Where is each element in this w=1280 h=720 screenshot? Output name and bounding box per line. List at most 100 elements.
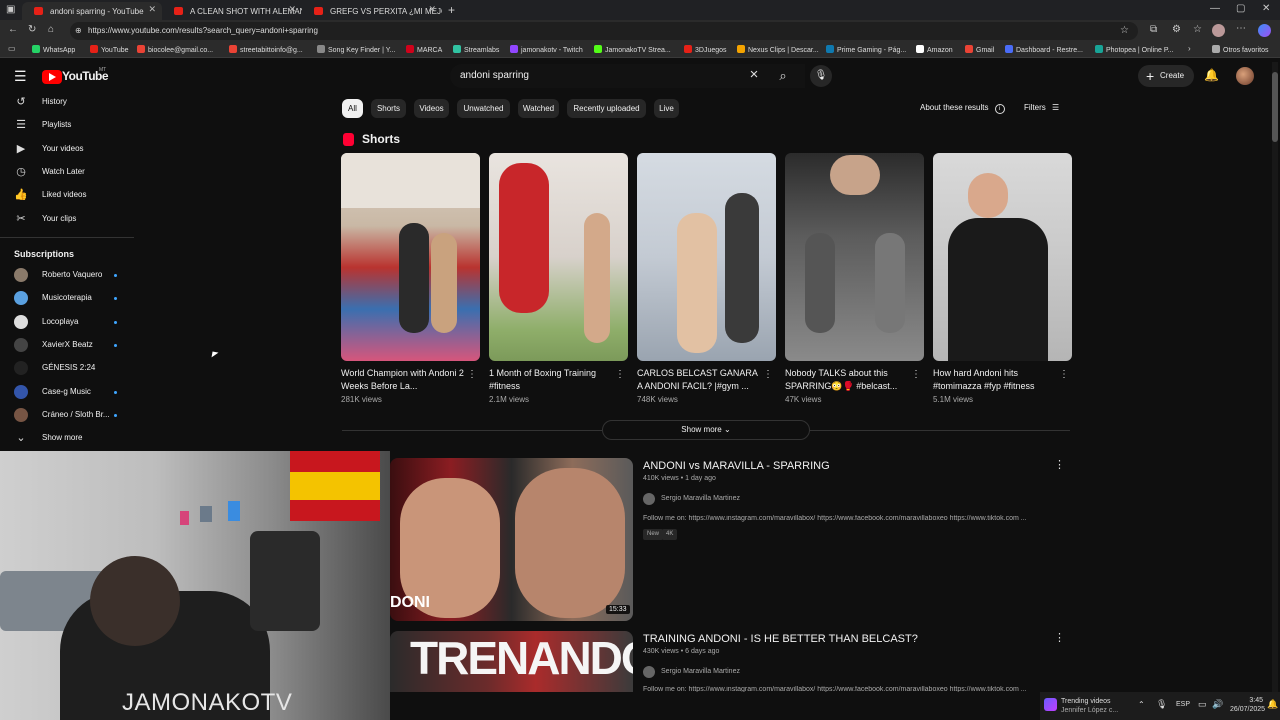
more-options-icon[interactable]: ⋮ [763,369,773,380]
volume-icon[interactable]: 🔊 [1212,699,1223,710]
account-avatar[interactable] [1236,67,1254,85]
bookmark-restream[interactable]: Dashboard - Restre... [1005,45,1083,54]
microphone-icon[interactable]: 🎙 [810,65,832,87]
sidebar-item-watch-later[interactable]: ◷ Watch Later [14,163,85,181]
chip-videos[interactable]: Videos [414,99,449,118]
language-indicator[interactable]: ESP [1176,701,1190,708]
short-card[interactable]: 1 Month of Boxing Training #fitness 2.1M… [489,153,628,404]
video-thumbnail[interactable]: DONI 15:33 [390,458,633,621]
sidebar-item-your-clips[interactable]: ✂ Your clips [14,210,76,228]
short-card[interactable]: World Champion with Andoni 2 Weeks Befor… [341,153,480,404]
scrollbar-thumb[interactable] [1272,72,1278,142]
short-title[interactable]: 1 Month of Boxing Training #fitness [489,367,613,393]
tab-actions-icon[interactable]: ▣ [6,4,15,15]
bookmark-marca[interactable]: MARCA [406,45,442,54]
short-thumbnail[interactable] [341,153,480,361]
maximize-icon[interactable]: ▢ [1236,3,1245,14]
bookmark-other-favorites[interactable]: Otros favoritos [1212,45,1269,54]
filters-button[interactable]: Filters ☰ [1024,103,1059,112]
close-tab-icon[interactable]: ✕ [148,4,156,15]
chip-shorts[interactable]: Shorts [371,99,406,118]
subscription-item[interactable]: Case-g Music [14,383,117,401]
notifications-icon[interactable]: 🔔 [1267,699,1278,710]
bookmark-youtube[interactable]: YouTube [90,45,129,54]
bookmark-nexus-clips[interactable]: Nexus Clips | Descar... [737,45,819,54]
reload-icon[interactable]: ↻ [28,24,36,35]
sidebar-item-your-videos[interactable]: ▶ Your videos [14,140,84,158]
favorites-icon[interactable]: ☆ [1193,24,1202,35]
close-tab-icon[interactable]: ✕ [288,4,296,15]
microphone-icon[interactable]: 🎙 [1156,699,1167,710]
browser-tab[interactable]: andoni sparring - YouTube ✕ [22,2,162,20]
tray-expand-icon[interactable]: ⌃ [1138,700,1145,709]
back-icon[interactable]: ← [8,24,18,35]
profile-avatar[interactable] [1212,24,1225,37]
short-card[interactable]: How hard Andoni hits #tomimazza #fyp #fi… [933,153,1072,404]
clock-time[interactable]: 3:45 [1233,697,1263,704]
bookmark-gmail-1[interactable]: biocolee@gmail.co... [137,45,213,54]
channel-link[interactable]: Sergio Maravilla Martinez [643,493,740,505]
search-icon[interactable]: ⌕ [768,64,798,88]
bookmark-prime-gaming[interactable]: Prime Gaming - Pág... [826,45,906,54]
extensions-icon[interactable]: ⧉ [1150,24,1157,35]
short-thumbnail[interactable] [933,153,1072,361]
bookmark-photopea[interactable]: Photopea | Online P... [1095,45,1173,54]
clear-search-icon[interactable]: × [745,64,763,88]
bookmark-song-key[interactable]: Song Key Finder | Y... [317,45,395,54]
more-options-icon[interactable]: ⋮ [1054,458,1065,471]
trending-widget-icon[interactable] [1044,698,1057,711]
subscription-item[interactable]: Roberto Vaquero [14,266,117,284]
subscription-item[interactable]: Locoplaya [14,313,117,331]
short-title[interactable]: World Champion with Andoni 2 Weeks Befor… [341,367,465,393]
short-thumbnail[interactable] [637,153,776,361]
subscription-item[interactable]: Cráneo / Sloth Br... [14,406,117,424]
clock-date[interactable]: 26/07/2025 [1230,706,1265,713]
more-options-icon[interactable]: ⋮ [615,369,625,380]
bookmark-gmail-3[interactable]: Gmail [965,45,994,54]
subscription-item[interactable]: GÉNESIS 2:24 [14,359,95,377]
menu-icon[interactable]: ☰ [14,68,27,85]
browser-tab[interactable]: GREFG VS PERXITA ¿MI MEJOR S... ✕ [302,2,442,20]
short-thumbnail[interactable] [785,153,924,361]
display-icon[interactable]: ▭ [1198,699,1207,710]
subscription-item[interactable]: Musicoterapia [14,289,117,307]
sidebar-item-history[interactable]: ↺ History [14,93,67,111]
chip-watched[interactable]: Watched [518,99,559,118]
trending-title[interactable]: Trending videos [1061,698,1111,705]
chip-live[interactable]: Live [654,99,679,118]
site-info-icon[interactable]: ⊕ [75,22,82,40]
favorite-star-icon[interactable]: ☆ [1120,22,1129,40]
short-title[interactable]: Nobody TALKS about this SPARRING😳🥊 #belc… [785,367,909,393]
close-window-icon[interactable]: ✕ [1262,3,1270,14]
more-options-icon[interactable]: ⋮ [467,369,477,380]
bookmark-amazon[interactable]: Amazon [916,45,953,54]
new-tab-icon[interactable]: + [448,3,455,17]
more-options-icon[interactable]: ⋮ [1059,369,1069,380]
chip-recently-uploaded[interactable]: Recently uploaded [567,99,646,118]
url-field[interactable]: ⊕ https://www.youtube.com/results?search… [70,22,1138,40]
short-thumbnail[interactable] [489,153,628,361]
video-title[interactable]: ANDONI vs MARAVILLA - SPARRING [643,460,830,472]
browser-tab[interactable]: A CLEAN SHOT WITH ALEMAN - ... ✕ [162,2,302,20]
home-icon[interactable]: ⌂ [48,24,54,35]
bookmark-3djuegos[interactable]: 3DJuegos [684,45,727,54]
bookmark-gmail-2[interactable]: streetabittoinfo@g... [229,45,303,54]
chip-all[interactable]: All [342,99,363,118]
short-card[interactable]: Nobody TALKS about this SPARRING😳🥊 #belc… [785,153,924,404]
chevron-right-icon[interactable]: › [1188,44,1191,53]
show-more-shorts-button[interactable]: Show more ⌄ [602,420,810,440]
scrollbar-track[interactable] [1272,62,1278,692]
about-results-link[interactable]: About these results i [920,103,1005,114]
bookmark-whatsapp[interactable]: WhatsApp [32,45,75,54]
more-options-icon[interactable]: ⋮ [1054,631,1065,644]
bookmark-twitch[interactable]: jamonakotv - Twitch [510,45,583,54]
short-title[interactable]: How hard Andoni hits #tomimazza #fyp #fi… [933,367,1057,393]
show-more-subscriptions[interactable]: ⌄ Show more [14,429,82,447]
extension-icon[interactable]: ⚙ [1172,24,1181,35]
video-thumbnail[interactable]: TRENANDO [390,631,633,692]
chip-unwatched[interactable]: Unwatched [457,99,510,118]
subscriptions-heading[interactable]: Subscriptions [14,249,74,259]
channel-link[interactable]: Sergio Maravilla Martinez [643,666,740,678]
more-options-icon[interactable]: ⋮ [911,369,921,380]
close-tab-icon[interactable]: ✕ [428,4,436,15]
